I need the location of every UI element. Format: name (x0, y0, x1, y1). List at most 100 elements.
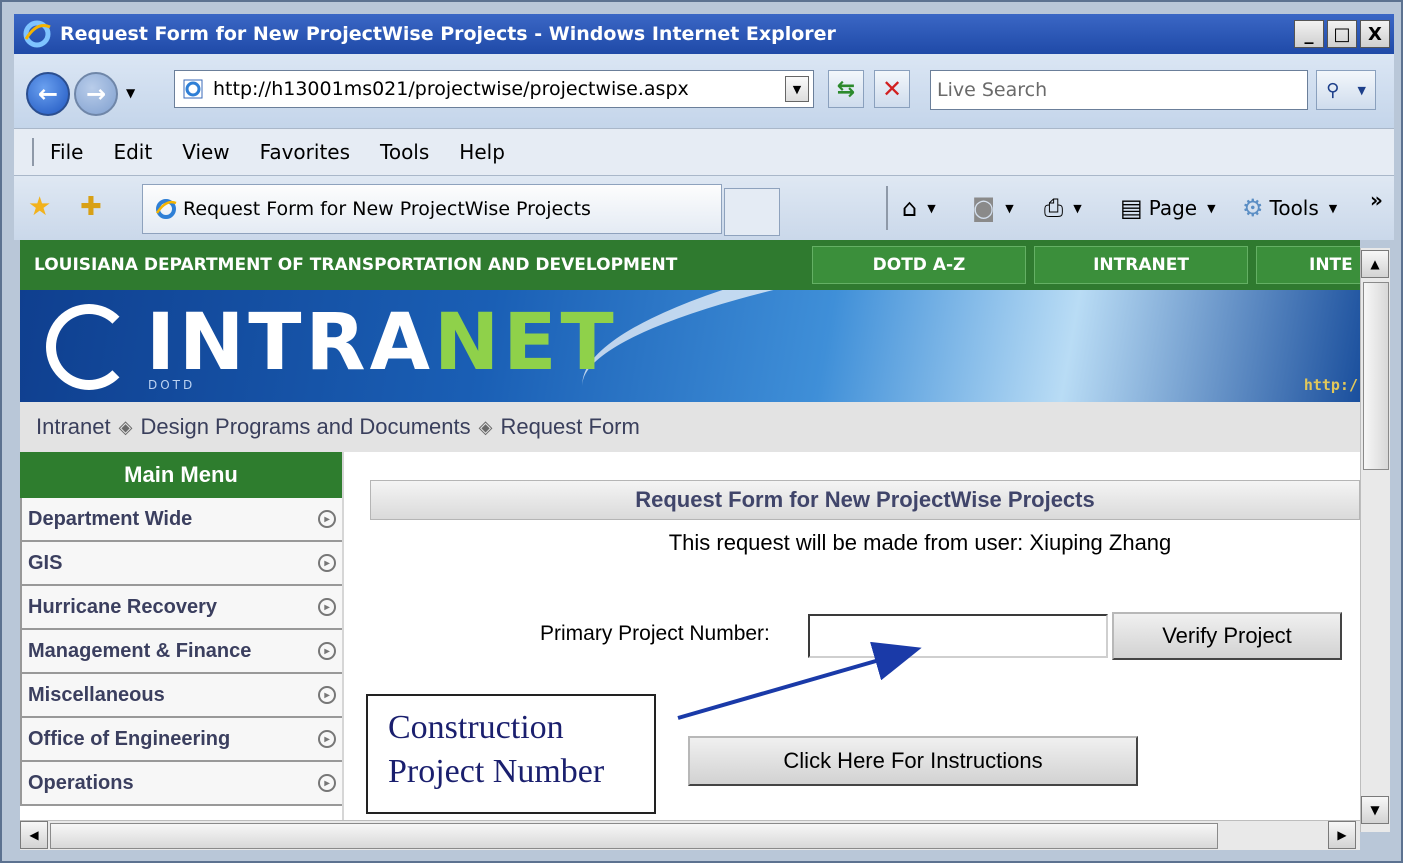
printer-icon: ⎙ (1044, 194, 1064, 222)
search-icon: ⚲ (1326, 79, 1340, 101)
banner-url: http:/ (1303, 376, 1358, 394)
intranet-banner: INTRANET DOTD http:/ (20, 290, 1360, 402)
arrow-right-icon: ▸ (318, 642, 336, 660)
vertical-scrollbar[interactable]: ▲ ▼ (1360, 248, 1390, 832)
page-dropdown-icon: ▼ (1207, 201, 1216, 215)
logo-subtitle: DOTD (148, 378, 196, 392)
home-dropdown-icon[interactable]: ▼ (927, 202, 935, 215)
logo-text-intra: INTRA (146, 298, 434, 388)
menu-edit[interactable]: Edit (113, 140, 152, 164)
user-info-text: This request will be made from user: Xiu… (668, 530, 1172, 555)
arrow-right-icon: ▸ (318, 774, 336, 792)
breadcrumb-request-form[interactable]: Request Form (500, 414, 639, 440)
breadcrumb-separator-icon: ◈ (478, 416, 493, 437)
menu-item-label: Hurricane Recovery (28, 595, 217, 618)
arrow-right-icon: ▸ (318, 730, 336, 748)
menu-item-label: Miscellaneous (28, 683, 165, 706)
menu-favorites[interactable]: Favorites (260, 140, 350, 164)
department-name: LOUISIANA DEPARTMENT OF TRANSPORTATION A… (34, 255, 678, 275)
breadcrumb: Intranet ◈ Design Programs and Documents… (20, 402, 1360, 452)
menu-separator (32, 138, 34, 166)
breadcrumb-design-programs[interactable]: Design Programs and Documents (140, 414, 470, 440)
menu-item-hurricane-recovery[interactable]: Hurricane Recovery ▸ (20, 586, 342, 630)
project-number-input[interactable] (808, 614, 1108, 658)
arrow-right-icon: ▸ (318, 510, 336, 528)
tab-active[interactable]: Request Form for New ProjectWise Project… (142, 184, 722, 234)
tab-title: Request Form for New ProjectWise Project… (183, 198, 591, 220)
add-favorite-icon[interactable]: ✚ (80, 192, 102, 222)
callout-line-1: Construction (388, 709, 564, 746)
address-text[interactable]: http://h13001ms021/projectwise/projectwi… (213, 78, 689, 100)
maximize-button[interactable]: □ (1327, 20, 1357, 48)
search-dropdown-icon[interactable]: ▼ (1357, 84, 1365, 97)
window-title: Request Form for New ProjectWise Project… (60, 23, 836, 45)
navigation-bar: ← → ▼ http://h13001ms021/projectwise/pro… (14, 54, 1394, 128)
print-button[interactable]: ⎙ ▼ (1044, 194, 1082, 222)
arrow-right-icon: ▸ (318, 598, 336, 616)
vertical-scroll-thumb[interactable] (1363, 282, 1389, 470)
close-button[interactable]: X (1360, 20, 1390, 48)
tools-menu-button[interactable]: ⚙ Tools ▼ (1242, 194, 1337, 222)
print-dropdown-icon[interactable]: ▼ (1073, 202, 1081, 215)
minimize-button[interactable]: _ (1294, 20, 1324, 48)
address-dropdown-icon[interactable]: ▼ (785, 76, 809, 102)
search-input[interactable]: Live Search (930, 70, 1308, 110)
home-button[interactable]: ⌂ ▼ (902, 194, 936, 222)
stop-icon[interactable]: ✕ (874, 70, 910, 108)
menu-item-label: Department Wide (28, 507, 193, 530)
forward-button[interactable]: → (74, 72, 118, 116)
menu-item-label: Office of Engineering (28, 727, 231, 750)
browser-window: Request Form for New ProjectWise Project… (0, 0, 1403, 863)
scroll-right-arrow-icon[interactable]: ▶ (1328, 821, 1356, 849)
menu-item-label: Operations (28, 771, 134, 794)
window-controls: _ □ X (1294, 20, 1390, 48)
scroll-down-arrow-icon[interactable]: ▼ (1361, 796, 1389, 824)
more-commands-chevron-icon[interactable]: » (1370, 188, 1383, 212)
ie-page-icon (153, 196, 179, 222)
form-heading: Request Form for New ProjectWise Project… (370, 480, 1360, 520)
menu-help[interactable]: Help (459, 140, 505, 164)
refresh-icon[interactable]: ⇆ (828, 70, 864, 108)
page-menu-icon: ▤ (1120, 194, 1143, 222)
menu-item-miscellaneous[interactable]: Miscellaneous ▸ (20, 674, 342, 718)
new-tab-button[interactable] (724, 188, 780, 236)
intranet-logo: INTRANET (146, 298, 618, 388)
nav-inte[interactable]: INTE (1256, 246, 1360, 284)
favorites-star-icon[interactable]: ★ (28, 192, 51, 222)
scroll-left-arrow-icon[interactable]: ◀ (20, 821, 48, 849)
menu-file[interactable]: File (50, 140, 83, 164)
feeds-dropdown-icon[interactable]: ▼ (1005, 202, 1013, 215)
recent-pages-dropdown-icon[interactable]: ▼ (126, 86, 135, 100)
tools-dropdown-icon: ▼ (1328, 201, 1338, 215)
search-button[interactable]: ⚲ ▼ (1316, 70, 1376, 110)
feeds-button[interactable]: ◙ ▼ (972, 194, 1014, 222)
arrow-right-icon: ▸ (318, 686, 336, 704)
dotd-logo-icon (46, 304, 132, 390)
breadcrumb-intranet[interactable]: Intranet (36, 414, 111, 440)
menu-view[interactable]: View (182, 140, 229, 164)
scroll-up-arrow-icon[interactable]: ▲ (1361, 250, 1389, 278)
menu-item-gis[interactable]: GIS ▸ (20, 542, 342, 586)
menu-item-label: GIS (28, 551, 63, 574)
annotation-callout: Construction Project Number (366, 694, 656, 814)
menu-tools[interactable]: Tools (380, 140, 429, 164)
menu-item-office-of-engineering[interactable]: Office of Engineering ▸ (20, 718, 342, 762)
logo-text-net: NET (433, 298, 618, 388)
horizontal-scroll-thumb[interactable] (50, 823, 1218, 849)
rss-feed-icon: ◙ (972, 194, 996, 222)
instructions-button[interactable]: Click Here For Instructions (688, 736, 1138, 786)
nav-intranet[interactable]: INTRANET (1034, 246, 1248, 284)
horizontal-scrollbar[interactable]: ◀ ▶ (20, 820, 1360, 850)
ie-logo-icon (20, 17, 54, 51)
menu-item-management-finance[interactable]: Management & Finance ▸ (20, 630, 342, 674)
address-bar[interactable]: http://h13001ms021/projectwise/projectwi… (174, 70, 814, 108)
page-menu-label: Page (1148, 196, 1198, 220)
menu-item-department-wide[interactable]: Department Wide ▸ (20, 498, 342, 542)
back-button[interactable]: ← (26, 72, 70, 116)
menu-item-operations[interactable]: Operations ▸ (20, 762, 342, 806)
nav-dotd-a-z[interactable]: DOTD A-Z (812, 246, 1026, 284)
callout-line-2: Project Number (388, 753, 605, 790)
tab-bar: ★ ✚ Request Form for New ProjectWise Pro… (14, 176, 1394, 240)
page-menu-button[interactable]: ▤ Page ▼ (1120, 194, 1216, 222)
verify-project-button[interactable]: Verify Project (1112, 612, 1342, 660)
